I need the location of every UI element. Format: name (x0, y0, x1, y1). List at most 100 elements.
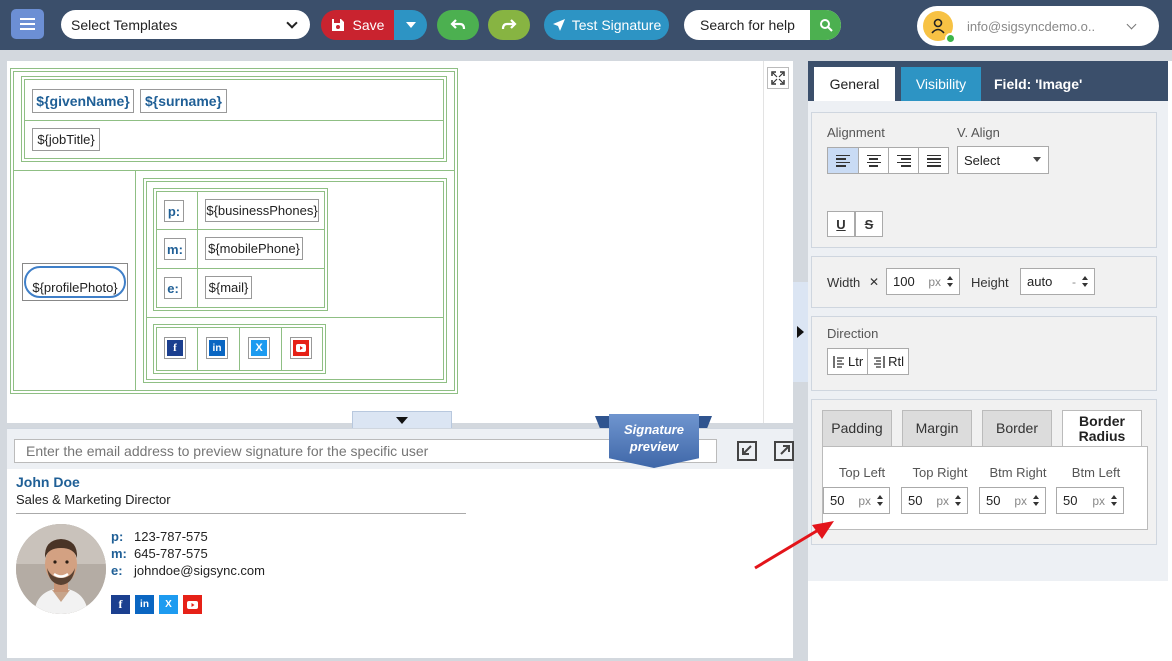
direction-button-group: Ltr Rtl (827, 348, 910, 375)
align-left-button[interactable] (828, 148, 858, 173)
preview-name: John Doe (16, 474, 80, 490)
open-preview-external-button[interactable] (774, 441, 794, 461)
help-search[interactable]: Search for help (684, 10, 841, 40)
twitter-link[interactable]: X (248, 337, 270, 359)
tab-border-radius[interactable]: Border Radius (1062, 410, 1142, 447)
fullscreen-button[interactable] (767, 67, 789, 89)
preview-facebook-icon[interactable]: f (111, 595, 130, 614)
preview-mobile: 645-787-575 (134, 546, 208, 561)
width-input[interactable]: 100 px (886, 268, 960, 295)
template-select[interactable]: Select Templates (61, 10, 310, 39)
align-justify-button[interactable] (918, 148, 948, 173)
alignment-card: Alignment V. Align Select U S (811, 112, 1157, 248)
phone-label-field[interactable]: p: (164, 200, 184, 222)
spinner-icon[interactable] (1033, 495, 1041, 506)
test-signature-button[interactable]: Test Signature (544, 10, 669, 40)
ltr-button[interactable]: Ltr (828, 349, 867, 374)
caret-down-icon (405, 22, 416, 28)
valign-select-value: Select (964, 152, 1001, 168)
caret-down-icon (396, 416, 408, 424)
align-left-icon (836, 154, 850, 156)
tab-padding[interactable]: Padding (822, 410, 892, 446)
save-button[interactable]: Save (321, 10, 394, 40)
hamburger-menu-button[interactable] (11, 9, 44, 39)
email-label-field[interactable]: e: (164, 277, 182, 299)
spinner-icon[interactable] (877, 495, 885, 506)
external-link-icon (780, 445, 790, 455)
properties-body: Alignment V. Align Select U S Width ✕ 10… (808, 101, 1168, 581)
signature-editor-canvas[interactable]: ${givenName} ${surname} ${jobTitle} ${pr… (7, 61, 793, 423)
preview-email: johndoe@sigsync.com (134, 563, 265, 578)
size-card: Width ✕ 100 px Height auto - (811, 256, 1157, 308)
preview-twitter-icon[interactable]: X (159, 595, 178, 614)
preview-profile-photo (16, 524, 106, 614)
mobile-label-field[interactable]: m: (164, 238, 186, 260)
top-left-radius-input[interactable]: 50 px (823, 487, 890, 514)
align-right-button[interactable] (888, 148, 918, 173)
alignment-label: Alignment (827, 125, 885, 140)
user-icon (931, 18, 945, 34)
facebook-link[interactable]: f (164, 337, 186, 359)
mobile-phone-field[interactable]: ${mobilePhone} (205, 237, 303, 260)
given-name-field[interactable]: ${givenName} (32, 89, 134, 113)
text-direction-ltr-icon (833, 355, 844, 368)
import-preview-button[interactable] (737, 441, 757, 461)
help-search-button[interactable] (810, 10, 841, 40)
user-account-menu[interactable]: info@sigsyncdemo.o.. (917, 6, 1159, 46)
spinner-icon[interactable] (947, 276, 955, 287)
tab-margin[interactable]: Margin (902, 410, 972, 446)
profile-photo-field[interactable]: ${profilePhoto} (22, 263, 128, 301)
align-center-icon (866, 154, 881, 156)
text-direction-rtl-icon (874, 355, 885, 368)
tab-general[interactable]: General (814, 67, 895, 101)
caret-down-icon (1033, 157, 1041, 162)
properties-tabbar: General Visibility Field: 'Image' (808, 61, 1168, 101)
tab-border[interactable]: Border (982, 410, 1052, 446)
bottom-left-label: Btm Left (1071, 465, 1121, 480)
border-radius-panel: Top Left Top Right Btm Right Btm Left 50… (822, 446, 1148, 530)
top-right-radius-input[interactable]: 50 px (901, 487, 968, 514)
test-signature-label: Test Signature (571, 17, 662, 33)
facebook-icon: f (167, 340, 183, 356)
job-title-field[interactable]: ${jobTitle} (32, 128, 100, 151)
expand-icon (771, 71, 785, 85)
spinner-icon[interactable] (1111, 495, 1119, 506)
toggle-side-panel-handle[interactable] (793, 282, 808, 382)
user-email: info@sigsyncdemo.o.. (967, 18, 1096, 34)
bottom-left-radius-input[interactable]: 50 px (1056, 487, 1124, 514)
height-label: Height (971, 275, 1009, 290)
collapse-editor-tab[interactable] (352, 411, 452, 428)
width-label: Width (827, 275, 861, 290)
redo-button[interactable] (488, 10, 530, 40)
ribbon-line-2: preview (629, 439, 679, 454)
align-center-button[interactable] (858, 148, 888, 173)
ribbon-line-1: Signature (624, 422, 684, 437)
preview-mobile-row: m: 645-787-575 (111, 546, 208, 561)
save-button-label: Save (352, 17, 385, 33)
send-icon (552, 19, 565, 31)
bottom-right-label: Btm Right (989, 465, 1047, 480)
save-options-dropdown[interactable] (394, 10, 427, 40)
mail-field[interactable]: ${mail} (205, 276, 252, 299)
linkedin-link[interactable]: in (206, 337, 228, 359)
preview-linkedin-icon[interactable]: in (135, 595, 154, 614)
underline-button[interactable]: U (827, 211, 855, 237)
preview-youtube-icon[interactable] (183, 595, 202, 614)
youtube-link[interactable] (290, 337, 312, 359)
help-search-input[interactable]: Search for help (684, 17, 810, 33)
tab-visibility[interactable]: Visibility (901, 67, 981, 101)
height-input[interactable]: auto - (1020, 268, 1095, 295)
bottom-right-radius-input[interactable]: 50 px (979, 487, 1046, 514)
business-phone-field[interactable]: ${businessPhones} (205, 199, 319, 222)
strikethrough-button[interactable]: S (855, 211, 883, 237)
profile-photo-image: ${profilePhoto} (24, 266, 126, 298)
close-icon: ✕ (869, 275, 880, 289)
surname-field[interactable]: ${surname} (140, 89, 227, 113)
youtube-icon (293, 340, 309, 356)
spinner-icon[interactable] (955, 495, 963, 506)
undo-button[interactable] (437, 10, 479, 40)
floppy-disk-icon (331, 19, 344, 31)
spinner-icon[interactable] (1082, 276, 1090, 287)
valign-select[interactable]: Select (957, 146, 1049, 174)
rtl-button[interactable]: Rtl (867, 349, 908, 374)
